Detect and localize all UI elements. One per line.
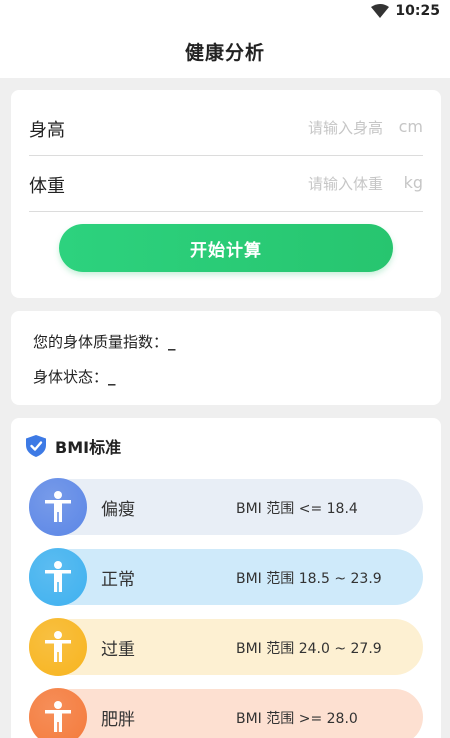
status-result-value: _ — [108, 368, 116, 386]
status-time: 10:25 — [395, 3, 440, 19]
result-card: 您的身体质量指数：_ 身体状态：_ — [11, 311, 441, 405]
input-card: 身高 cm 体重 kg 开始计算 — [11, 90, 441, 298]
bmi-item-name: 肥胖 — [101, 710, 135, 730]
bmi-standard-header: BMI标准 — [25, 434, 121, 458]
status-right: 10:25 — [371, 3, 440, 19]
bmi-item-range: BMI 范围 >= 28.0 — [236, 711, 358, 727]
weight-field: 体重 kg — [29, 156, 423, 212]
status-result-label: 身体状态： — [33, 368, 109, 386]
person-icon — [29, 548, 87, 606]
bmi-item-underweight: 偏瘦 BMI 范围 <= 18.4 — [29, 478, 423, 536]
wifi-icon — [371, 4, 390, 18]
calculate-button[interactable]: 开始计算 — [59, 224, 393, 272]
height-label: 身高 — [29, 120, 65, 141]
person-icon — [29, 618, 87, 676]
bmi-item-range: BMI 范围 <= 18.4 — [236, 501, 358, 517]
page-title: 健康分析 — [184, 41, 265, 64]
person-icon — [29, 688, 87, 738]
bmi-item-obese: 肥胖 BMI 范围 >= 28.0 — [29, 688, 423, 738]
bmi-result-line: 您的身体质量指数：_ — [33, 331, 176, 352]
height-unit: cm — [398, 117, 423, 136]
shield-check-icon — [26, 435, 46, 457]
height-field: 身高 cm — [29, 100, 423, 156]
height-input[interactable] — [203, 119, 383, 137]
bmi-item-name: 偏瘦 — [101, 500, 135, 520]
bmi-item-range: BMI 范围 18.5 ~ 23.9 — [236, 571, 382, 587]
weight-input[interactable] — [203, 175, 383, 193]
status-result-line: 身体状态：_ — [33, 366, 116, 387]
status-bar: 10:25 — [0, 0, 450, 24]
bmi-item-normal: 正常 BMI 范围 18.5 ~ 23.9 — [29, 548, 423, 606]
person-icon — [29, 478, 87, 536]
bmi-item-name: 过重 — [101, 640, 135, 660]
app-bar: 健康分析 — [0, 24, 450, 78]
bmi-result-value: _ — [168, 333, 176, 351]
weight-unit: kg — [403, 173, 423, 192]
bmi-item-name: 正常 — [101, 570, 135, 590]
bmi-item-range: BMI 范围 24.0 ~ 27.9 — [236, 641, 382, 657]
bmi-result-label: 您的身体质量指数： — [33, 333, 169, 351]
weight-label: 体重 — [29, 176, 65, 197]
bmi-item-overweight: 过重 BMI 范围 24.0 ~ 27.9 — [29, 618, 423, 676]
bmi-standard-title: BMI标准 — [55, 438, 122, 457]
bmi-standard-card: BMI标准 偏瘦 BMI 范围 <= 18.4 正常 BMI 范围 18.5 ~… — [11, 418, 441, 738]
